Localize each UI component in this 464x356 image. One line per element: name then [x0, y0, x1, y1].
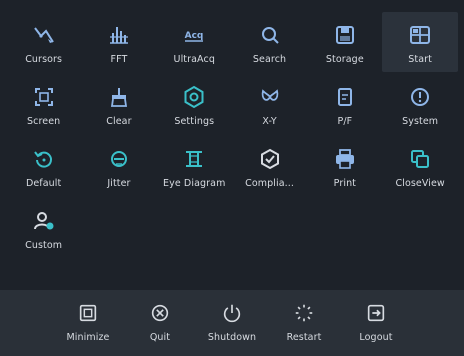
- pf-icon: [332, 84, 358, 110]
- tile-settings[interactable]: Settings: [157, 74, 232, 134]
- tile-pf[interactable]: P/F: [307, 74, 382, 134]
- tile-label: Custom: [25, 240, 63, 251]
- tile-label: FFT: [110, 54, 128, 65]
- clear-icon: [106, 84, 132, 110]
- minimize-label: Minimize: [66, 332, 110, 343]
- tile-default[interactable]: Default: [6, 136, 81, 196]
- tile-label: Search: [252, 54, 287, 65]
- logout-label: Logout: [359, 332, 393, 343]
- tile-eye-diagram[interactable]: Eye Diagram: [157, 136, 232, 196]
- tile-custom[interactable]: Custom: [6, 198, 81, 258]
- tile-label: CloseView: [395, 178, 445, 189]
- tile-fft[interactable]: FFT: [81, 12, 156, 72]
- tile-system[interactable]: System: [382, 74, 457, 134]
- logout-icon: [363, 300, 389, 326]
- minimize-button[interactable]: Minimize: [52, 300, 124, 352]
- custom-icon: [31, 208, 57, 234]
- tile-label: X-Y: [262, 116, 277, 127]
- tile-label: Complia...: [245, 178, 294, 189]
- tile-label: UltraAcq: [173, 54, 215, 65]
- tile-ultraacq[interactable]: Acq UltraAcq: [157, 12, 232, 72]
- jitter-icon: [106, 146, 132, 172]
- shutdown-button[interactable]: Shutdown: [196, 300, 268, 352]
- tile-start[interactable]: Start: [382, 12, 458, 72]
- quit-label: Quit: [149, 332, 171, 343]
- storage-icon: [332, 22, 358, 48]
- tile-label: Screen: [27, 116, 61, 127]
- tile-label: Storage: [325, 54, 364, 65]
- tile-compliance[interactable]: Complia...: [232, 136, 307, 196]
- tile-screen[interactable]: Screen: [6, 74, 81, 134]
- tile-label: Clear: [106, 116, 132, 127]
- compliance-icon: [257, 146, 283, 172]
- tile-label: Print: [333, 178, 357, 189]
- restart-label: Restart: [286, 332, 322, 343]
- tile-print[interactable]: Print: [307, 136, 382, 196]
- svg-text:Acq: Acq: [185, 31, 204, 41]
- tile-xy[interactable]: X-Y: [232, 74, 307, 134]
- tile-label: Settings: [174, 116, 215, 127]
- tile-label: Cursors: [25, 54, 63, 65]
- power-icon: [219, 300, 245, 326]
- tile-label: Jitter: [107, 178, 131, 189]
- function-grid: Cursors FFT Acq UltraAcq Search Storage: [6, 12, 458, 272]
- default-icon: [31, 146, 57, 172]
- quit-icon: [147, 300, 173, 326]
- settings-icon: [181, 84, 207, 110]
- search-icon: [257, 22, 283, 48]
- tile-closeview[interactable]: CloseView: [382, 136, 457, 196]
- tile-storage[interactable]: Storage: [307, 12, 382, 72]
- system-action-bar: Minimize Quit Shutdown Restart Logout: [0, 290, 464, 356]
- screen-icon: [31, 84, 57, 110]
- eye-diagram-icon: [181, 146, 207, 172]
- logout-button[interactable]: Logout: [340, 300, 412, 352]
- tile-label: Start: [408, 54, 432, 65]
- start-icon: [407, 22, 433, 48]
- xy-icon: [257, 84, 283, 110]
- app-launcher-panel: Cursors FFT Acq UltraAcq Search Storage: [0, 0, 464, 356]
- restart-icon: [291, 300, 317, 326]
- cursors-icon: [31, 22, 57, 48]
- tile-cursors[interactable]: Cursors: [6, 12, 81, 72]
- tile-label: P/F: [337, 116, 353, 127]
- acq-icon: Acq: [181, 22, 207, 48]
- fft-icon: [106, 22, 132, 48]
- closeview-icon: [407, 146, 433, 172]
- print-icon: [332, 146, 358, 172]
- tile-label: System: [402, 116, 439, 127]
- tile-clear[interactable]: Clear: [81, 74, 156, 134]
- tile-label: Default: [25, 178, 62, 189]
- shutdown-label: Shutdown: [207, 332, 257, 343]
- tile-jitter[interactable]: Jitter: [81, 136, 156, 196]
- minimize-icon: [75, 300, 101, 326]
- restart-button[interactable]: Restart: [268, 300, 340, 352]
- quit-button[interactable]: Quit: [124, 300, 196, 352]
- system-icon: [407, 84, 433, 110]
- tile-search[interactable]: Search: [232, 12, 307, 72]
- tile-label: Eye Diagram: [163, 178, 226, 189]
